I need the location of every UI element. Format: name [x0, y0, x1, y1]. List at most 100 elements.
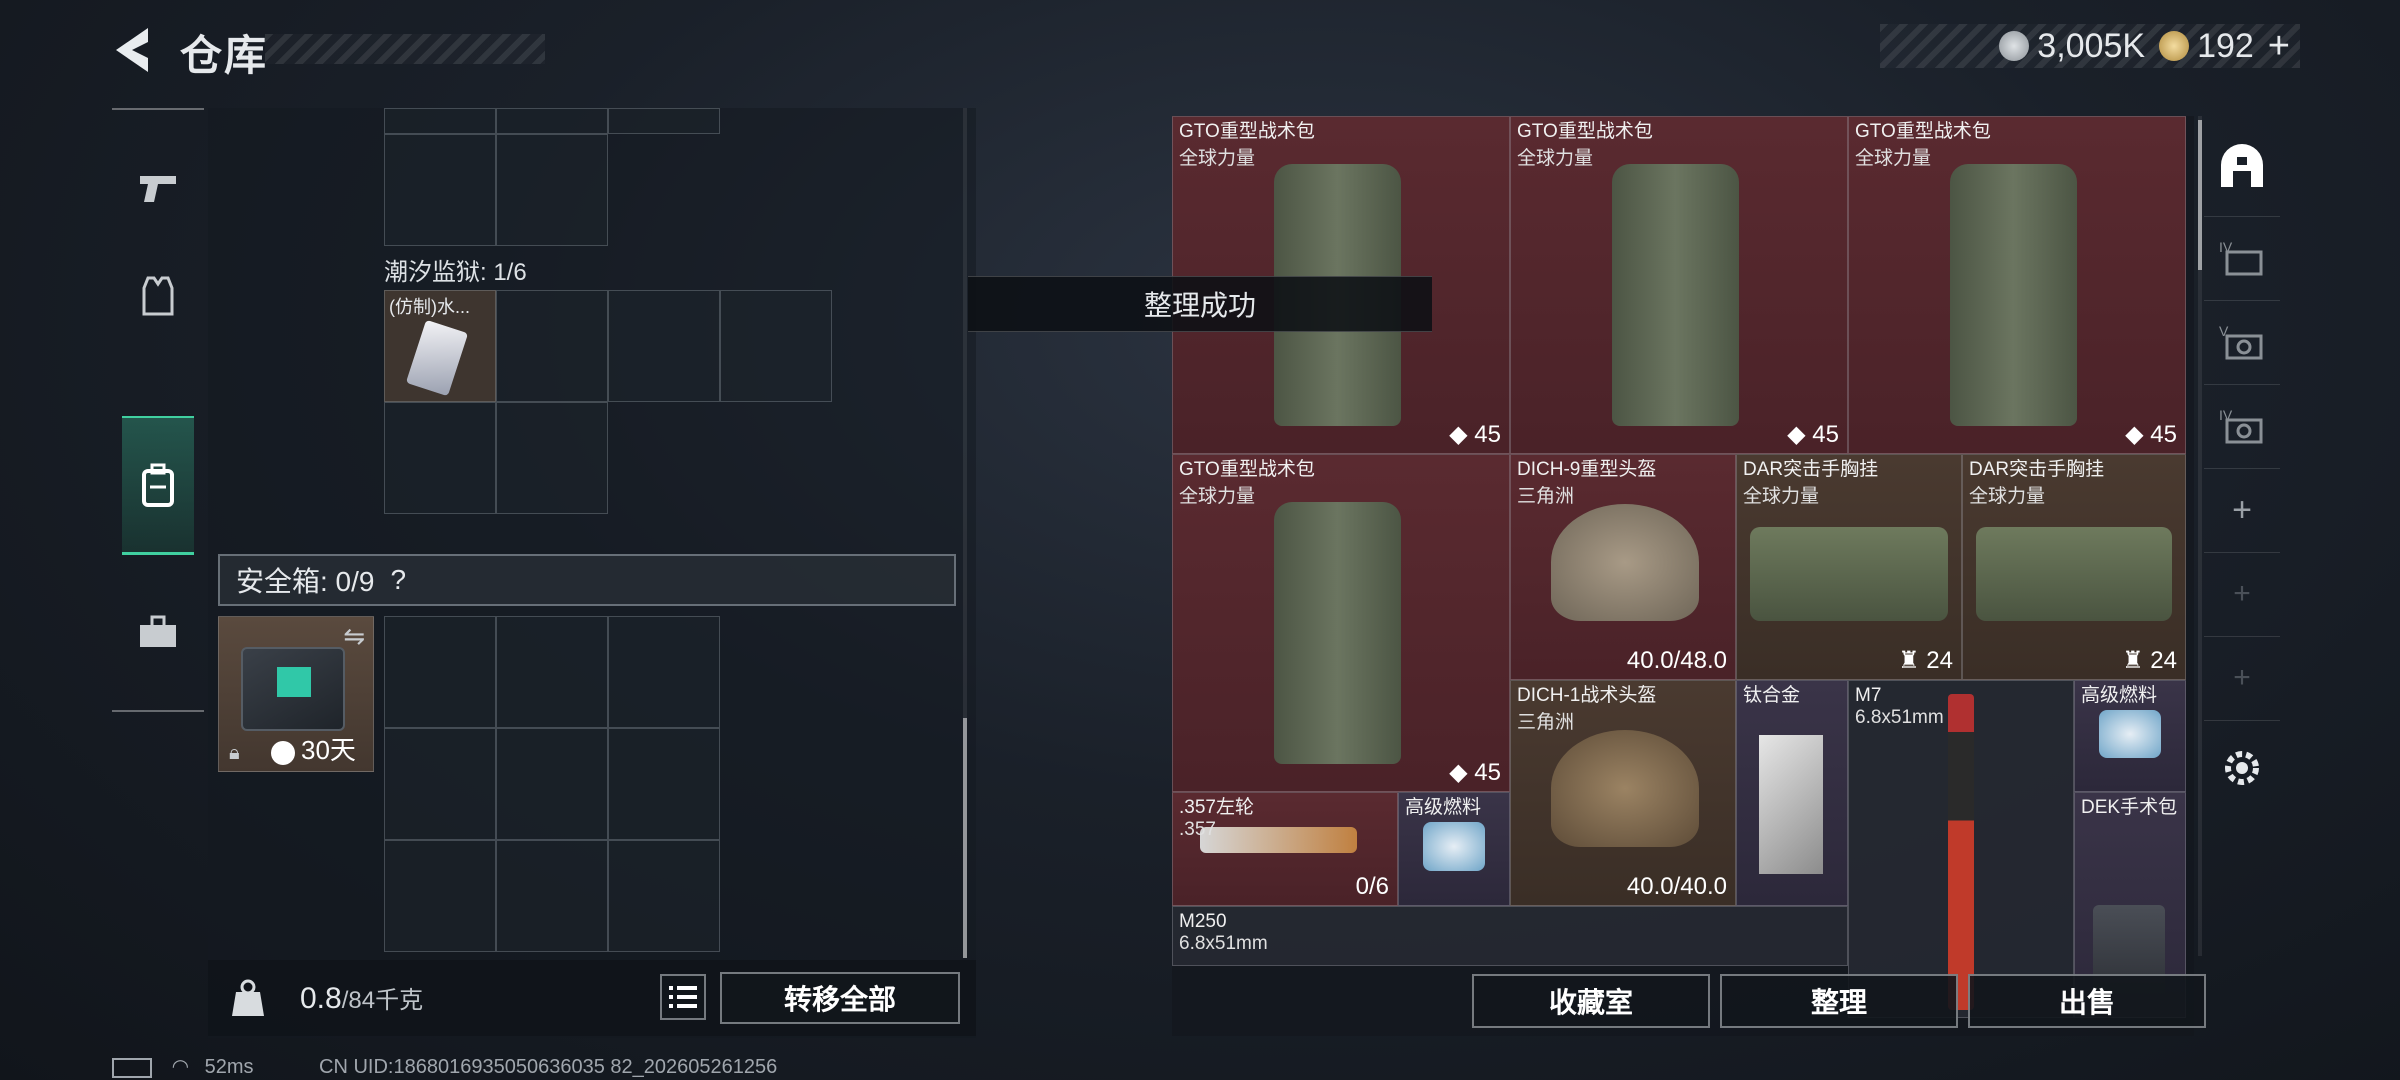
item-name: 钛合金	[1743, 685, 1801, 706]
grid-slot[interactable]	[496, 108, 608, 134]
safebox-container-item[interactable]: ⇋ 🔒︎ 30天	[218, 616, 374, 772]
scrollbar-thumb[interactable]	[963, 718, 967, 958]
item-value: ♜ 24	[1898, 647, 1953, 674]
safebox-help-icon[interactable]: ?	[390, 564, 406, 596]
safebox-slot[interactable]	[608, 728, 720, 840]
safebox-slot[interactable]	[496, 840, 608, 952]
grid-slot[interactable]	[384, 134, 496, 246]
grid-slot[interactable]	[496, 134, 608, 246]
weight-max: /84千克	[341, 987, 424, 1014]
item-subtitle: 全球力量	[1743, 486, 1820, 507]
weight-icon	[228, 978, 268, 1018]
stash-item[interactable]: M7 6.8x51mm	[1848, 680, 2074, 1018]
item-image	[1199, 826, 1357, 854]
item-name: DICH-9重型头盔	[1517, 459, 1657, 480]
sell-button[interactable]: 出售	[1968, 974, 2206, 1028]
container-tier-4-icon: IV	[2219, 239, 2263, 276]
nav-tools[interactable]	[122, 584, 194, 680]
silver-coin-icon	[1999, 31, 2030, 61]
grid-slot-item[interactable]: (仿制)水...	[384, 290, 496, 402]
item-name: GTO重型战术包	[1179, 121, 1315, 142]
warehouse-icon	[2221, 144, 2263, 187]
organize-button[interactable]: 整理	[1720, 974, 1958, 1028]
stash-item[interactable]: .357左轮 .357 0/6	[1172, 792, 1398, 906]
settings-button[interactable]	[2204, 726, 2280, 810]
item-subtitle: 全球力量	[1969, 486, 2046, 507]
item-image	[1750, 526, 1948, 621]
stash-scrollbar-thumb[interactable]	[2198, 120, 2202, 270]
stash-item[interactable]: GTO重型战术包 全球力量 ◆ 45	[1848, 116, 2186, 454]
item-name: DAR突击手胸挂	[1969, 459, 2105, 480]
lock-icon: 🔒︎	[229, 742, 240, 764]
stash-item[interactable]: DICH-9重型头盔 三角洲 40.0/48.0	[1510, 454, 1736, 680]
item-subtitle: .357	[1179, 819, 1216, 840]
swap-icon[interactable]: ⇋	[343, 621, 365, 652]
nav-backpack[interactable]	[122, 416, 194, 555]
wifi-icon: ◠	[171, 1056, 190, 1078]
stash-tab-5[interactable]: V	[2204, 300, 2280, 385]
add-currency-button[interactable]: +	[2268, 25, 2290, 68]
stash-item[interactable]: DAR突击手胸挂 全球力量 ♜ 24	[1962, 454, 2186, 680]
back-arrow-icon	[116, 28, 148, 72]
stash-item[interactable]: 高级燃料	[1398, 792, 1510, 906]
item-value: 40.0/48.0	[1626, 647, 1727, 674]
item-image	[1273, 502, 1402, 765]
safebox-slot[interactable]	[608, 840, 720, 952]
clock-icon	[271, 741, 295, 765]
item-image	[2099, 709, 2161, 758]
stash-item[interactable]: 高级燃料	[2074, 680, 2186, 792]
stash-item[interactable]: 钛合金	[1736, 680, 1848, 906]
item-name: .357左轮	[1179, 797, 1254, 818]
add-stash-tab-disabled: +	[2204, 552, 2280, 637]
weight-bar: 0.8/84千克 转移全部	[208, 960, 976, 1036]
item-value: 40.0/40.0	[1626, 873, 1727, 900]
stash-item[interactable]: GTO重型战术包 全球力量 ◆ 45	[1510, 116, 1848, 454]
item-image	[1949, 164, 2078, 427]
item-subtitle: 6.8x51mm	[1855, 707, 1944, 728]
grid-slot[interactable]	[384, 402, 496, 514]
item-value: ◆ 45	[1449, 759, 1501, 786]
grid-slot[interactable]	[496, 290, 608, 402]
grid-slot[interactable]	[384, 108, 496, 134]
list-view-button[interactable]	[660, 974, 706, 1020]
item-subtitle: 三角洲	[1517, 486, 1575, 507]
item-name: DEK手术包	[2081, 797, 2178, 818]
stash-tab-4b[interactable]: IV	[2204, 384, 2280, 469]
item-image	[1759, 734, 1823, 874]
list-icon	[669, 986, 697, 1008]
transfer-all-button[interactable]: 转移全部	[720, 972, 960, 1024]
stash-tab-4[interactable]: IV	[2204, 216, 2280, 301]
stash-item[interactable]: DICH-1战术头盔 三角洲 40.0/40.0	[1510, 680, 1736, 906]
item-name: 高级燃料	[1405, 797, 1482, 818]
stash-item[interactable]: M250 6.8x51mm	[1172, 906, 1848, 966]
item-subtitle: 全球力量	[1179, 486, 1256, 507]
item-subtitle: 全球力量	[1179, 148, 1256, 169]
item-image	[1551, 504, 1700, 621]
nav-weapons[interactable]	[122, 140, 194, 236]
toolbox-icon	[140, 615, 176, 647]
item-value: ◆ 45	[2125, 421, 2177, 448]
stash-item[interactable]: DAR突击手胸挂 全球力量 ♜ 24	[1736, 454, 1962, 680]
safebox-slot[interactable]	[608, 616, 720, 728]
stash-tab-main[interactable]	[2204, 116, 2280, 217]
safebox-slot[interactable]	[384, 840, 496, 952]
safebox-image	[241, 647, 345, 731]
back-button[interactable]	[108, 22, 156, 78]
add-stash-tab-button[interactable]: +	[2204, 468, 2280, 553]
collection-room-button[interactable]: 收藏室	[1472, 974, 1710, 1028]
item-name: GTO重型战术包	[1517, 121, 1653, 142]
grid-slot[interactable]	[608, 290, 720, 402]
grid-slot[interactable]	[496, 402, 608, 514]
nav-armor[interactable]	[122, 248, 194, 344]
battery-icon	[112, 1057, 152, 1078]
safebox-slot[interactable]	[496, 728, 608, 840]
safebox-slot[interactable]	[384, 616, 496, 728]
grid-slot[interactable]	[720, 290, 832, 402]
stash-item[interactable]: GTO重型战术包 全球力量 ◆ 45	[1172, 454, 1510, 792]
item-image	[1551, 730, 1700, 847]
add-stash-tab-disabled: +	[2204, 636, 2280, 721]
safebox-slot[interactable]	[384, 728, 496, 840]
grid-slot[interactable]	[608, 108, 720, 134]
safebox-slot[interactable]	[496, 616, 608, 728]
item-image	[1947, 694, 1975, 1011]
